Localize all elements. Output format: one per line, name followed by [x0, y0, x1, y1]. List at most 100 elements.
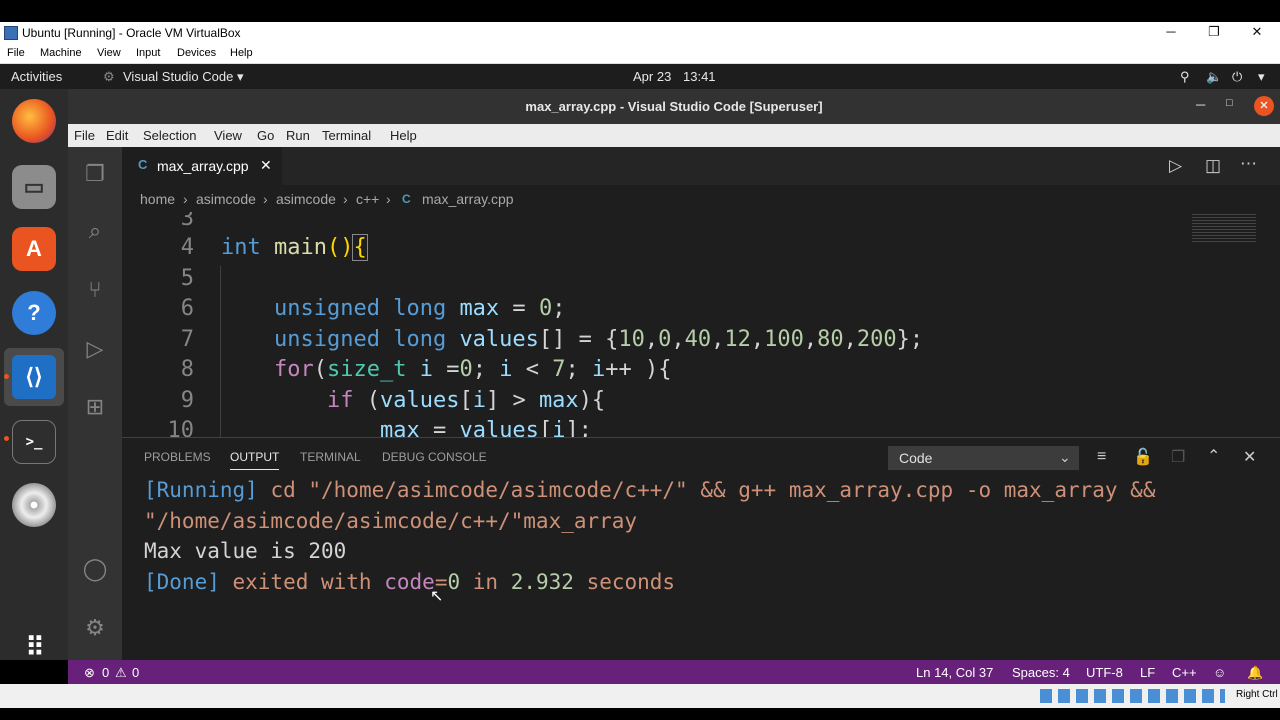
restore-button[interactable]: ❐ — [1199, 24, 1229, 40]
volume-icon[interactable]: 🔈 — [1206, 69, 1222, 85]
clock-time[interactable]: 13:41 — [683, 69, 716, 84]
warning-count[interactable]: 0 — [132, 665, 139, 680]
line-ending[interactable]: LF — [1140, 665, 1155, 680]
warning-icon[interactable]: ⚠ — [115, 665, 127, 681]
help-icon[interactable]: ? — [12, 291, 56, 335]
source-control-icon[interactable]: ⑂ — [80, 275, 110, 305]
minimize-button[interactable]: ─ — [1156, 24, 1186, 39]
vb-menu-view[interactable]: View — [97, 47, 121, 59]
run-code-icon[interactable]: ▷ — [1169, 156, 1182, 176]
explorer-icon[interactable]: ❐ — [80, 159, 110, 189]
code-line: max = values[i]; — [221, 418, 592, 437]
output-channel-select[interactable]: Code ⌄ — [888, 446, 1079, 470]
extensions-icon[interactable]: ⊞ — [80, 392, 110, 422]
more-actions-icon[interactable]: ⋯ — [1240, 154, 1257, 174]
code-line: for(size_t i =0; i < 7; i++ ){ — [273, 357, 672, 382]
vb-menu-devices[interactable]: Devices — [177, 47, 216, 59]
breadcrumb-file[interactable]: max_array.cpp — [422, 191, 514, 207]
activities-button[interactable]: Activities — [11, 69, 62, 84]
mouse-cursor: ↖ — [430, 588, 444, 605]
dvd-icon[interactable] — [12, 483, 56, 527]
settings-gear-icon[interactable]: ⚙ — [80, 613, 110, 643]
network-icon[interactable]: ⚲ — [1180, 69, 1190, 85]
breadcrumb-asimcode-2[interactable]: asimcode — [276, 191, 336, 207]
minimap[interactable] — [1192, 212, 1256, 242]
files-icon[interactable]: ▭ — [12, 165, 56, 209]
line-number: 7 — [180, 327, 194, 352]
vb-menu-machine[interactable]: Machine — [40, 47, 82, 59]
close-button[interactable]: ✕ — [1242, 24, 1272, 40]
bell-icon[interactable]: 🔔 — [1247, 665, 1263, 681]
cursor-position[interactable]: Ln 14, Col 37 — [916, 665, 993, 680]
code-editor[interactable]: 3 4 int main(){ 5 6 unsigned long max = … — [122, 212, 1280, 437]
vscode-maximize-button[interactable]: □ — [1226, 97, 1233, 109]
vb-menu-file[interactable]: File — [7, 47, 25, 59]
code-token: values — [459, 327, 539, 352]
tab-terminal[interactable]: TERMINAL — [300, 450, 361, 464]
power-icon[interactable]: ⏻ — [1232, 69, 1242, 85]
software-center-icon[interactable]: A — [12, 227, 56, 271]
account-icon[interactable]: ◯ — [80, 554, 110, 584]
tab-output[interactable]: OUTPUT — [230, 450, 280, 470]
menu-file[interactable]: File — [74, 128, 95, 143]
clear-output-icon[interactable]: ≡ — [1097, 448, 1106, 466]
code-line: unsigned long max = 0; — [273, 296, 566, 321]
activity-bar: ❐ ⌕ ⑂ ▷ ⊞ ◯ ⚙ — [68, 147, 122, 660]
chevron-down-icon: ⌄ — [1059, 449, 1071, 465]
tab-debug-console[interactable]: DEBUG CONSOLE — [382, 450, 487, 464]
feedback-icon[interactable]: ☺ — [1213, 665, 1226, 680]
error-icon[interactable]: ⊗ — [84, 665, 95, 681]
app-menu[interactable]: Visual Studio Code ▾ — [123, 69, 243, 85]
menu-view[interactable]: View — [214, 128, 242, 143]
encoding[interactable]: UTF-8 — [1086, 665, 1123, 680]
terminal-icon[interactable]: >_ — [12, 420, 56, 464]
tab-close-icon[interactable]: ✕ — [260, 157, 272, 174]
chevron-down-icon[interactable]: ▾ — [1258, 69, 1265, 85]
tab-problems[interactable]: PROBLEMS — [144, 450, 211, 464]
language-mode[interactable]: C++ — [1172, 665, 1197, 680]
code-token: int — [221, 235, 261, 260]
code-line: if (values[i] > max){ — [326, 388, 606, 413]
lock-icon[interactable]: 🔓 — [1133, 447, 1153, 467]
breadcrumb: home › asimcode › asimcode › c++ › C max… — [122, 185, 1280, 212]
code-token: if — [326, 388, 354, 413]
menu-edit[interactable]: Edit — [106, 128, 128, 143]
vscode-close-button[interactable]: ✕ — [1254, 96, 1274, 116]
menu-run[interactable]: Run — [286, 128, 310, 143]
code-token: 0 — [538, 296, 553, 321]
vscode-titlebar: max_array.cpp - Visual Studio Code [Supe… — [68, 89, 1280, 124]
firefox-icon[interactable] — [12, 99, 56, 143]
indentation[interactable]: Spaces: 4 — [1012, 665, 1070, 680]
error-count[interactable]: 0 — [102, 665, 109, 680]
menu-selection[interactable]: Selection — [143, 128, 196, 143]
code-line: int main(){ — [221, 234, 368, 261]
breadcrumb-home[interactable]: home — [140, 191, 175, 207]
screen: Ubuntu [Running] - Oracle VM VirtualBox … — [0, 0, 1280, 720]
menu-terminal[interactable]: Terminal — [322, 128, 371, 143]
split-editor-icon[interactable]: ◫ — [1205, 156, 1221, 176]
output-panel: PROBLEMS OUTPUT TERMINAL DEBUG CONSOLE C… — [122, 437, 1280, 660]
menu-go[interactable]: Go — [257, 128, 274, 143]
menu-help[interactable]: Help — [390, 128, 417, 143]
run-debug-icon[interactable]: ▷ — [80, 334, 110, 364]
clock-date[interactable]: Apr 23 — [633, 69, 671, 84]
vscode-icon[interactable]: ⟨⟩ — [12, 355, 56, 399]
breadcrumb-cpp-folder[interactable]: c++ — [356, 191, 379, 207]
running-indicator — [4, 436, 9, 441]
tab-max-array[interactable]: C max_array.cpp ✕ — [122, 147, 282, 185]
search-icon[interactable]: ⌕ — [80, 216, 110, 246]
vscode-minimize-button[interactable]: ─ — [1196, 97, 1205, 112]
device-status-icons[interactable] — [1040, 689, 1225, 703]
vb-menu-help[interactable]: Help — [230, 47, 253, 59]
output-line: [Running] cd "/home/asimcode/asimcode/c+… — [144, 478, 1156, 502]
close-panel-icon[interactable]: ✕ — [1243, 447, 1256, 467]
vb-menu-input[interactable]: Input — [136, 47, 160, 59]
ubuntu-dock: ▭ A ? ⟨⟩ >_ ⠿ — [0, 89, 68, 662]
statusbar: ⊗ 0 ⚠ 0 Ln 14, Col 37 Spaces: 4 UTF-8 LF… — [68, 660, 1280, 684]
breadcrumb-asimcode[interactable]: asimcode — [196, 191, 256, 207]
maximize-panel-icon[interactable]: ⌃ — [1207, 446, 1220, 466]
line-number: 6 — [180, 296, 194, 321]
output-running-cmd: cd "/home/asimcode/asimcode/c++/" && g++… — [270, 478, 1156, 502]
code-token: i — [552, 418, 566, 437]
app-grid-icon[interactable]: ⠿ — [12, 625, 56, 669]
